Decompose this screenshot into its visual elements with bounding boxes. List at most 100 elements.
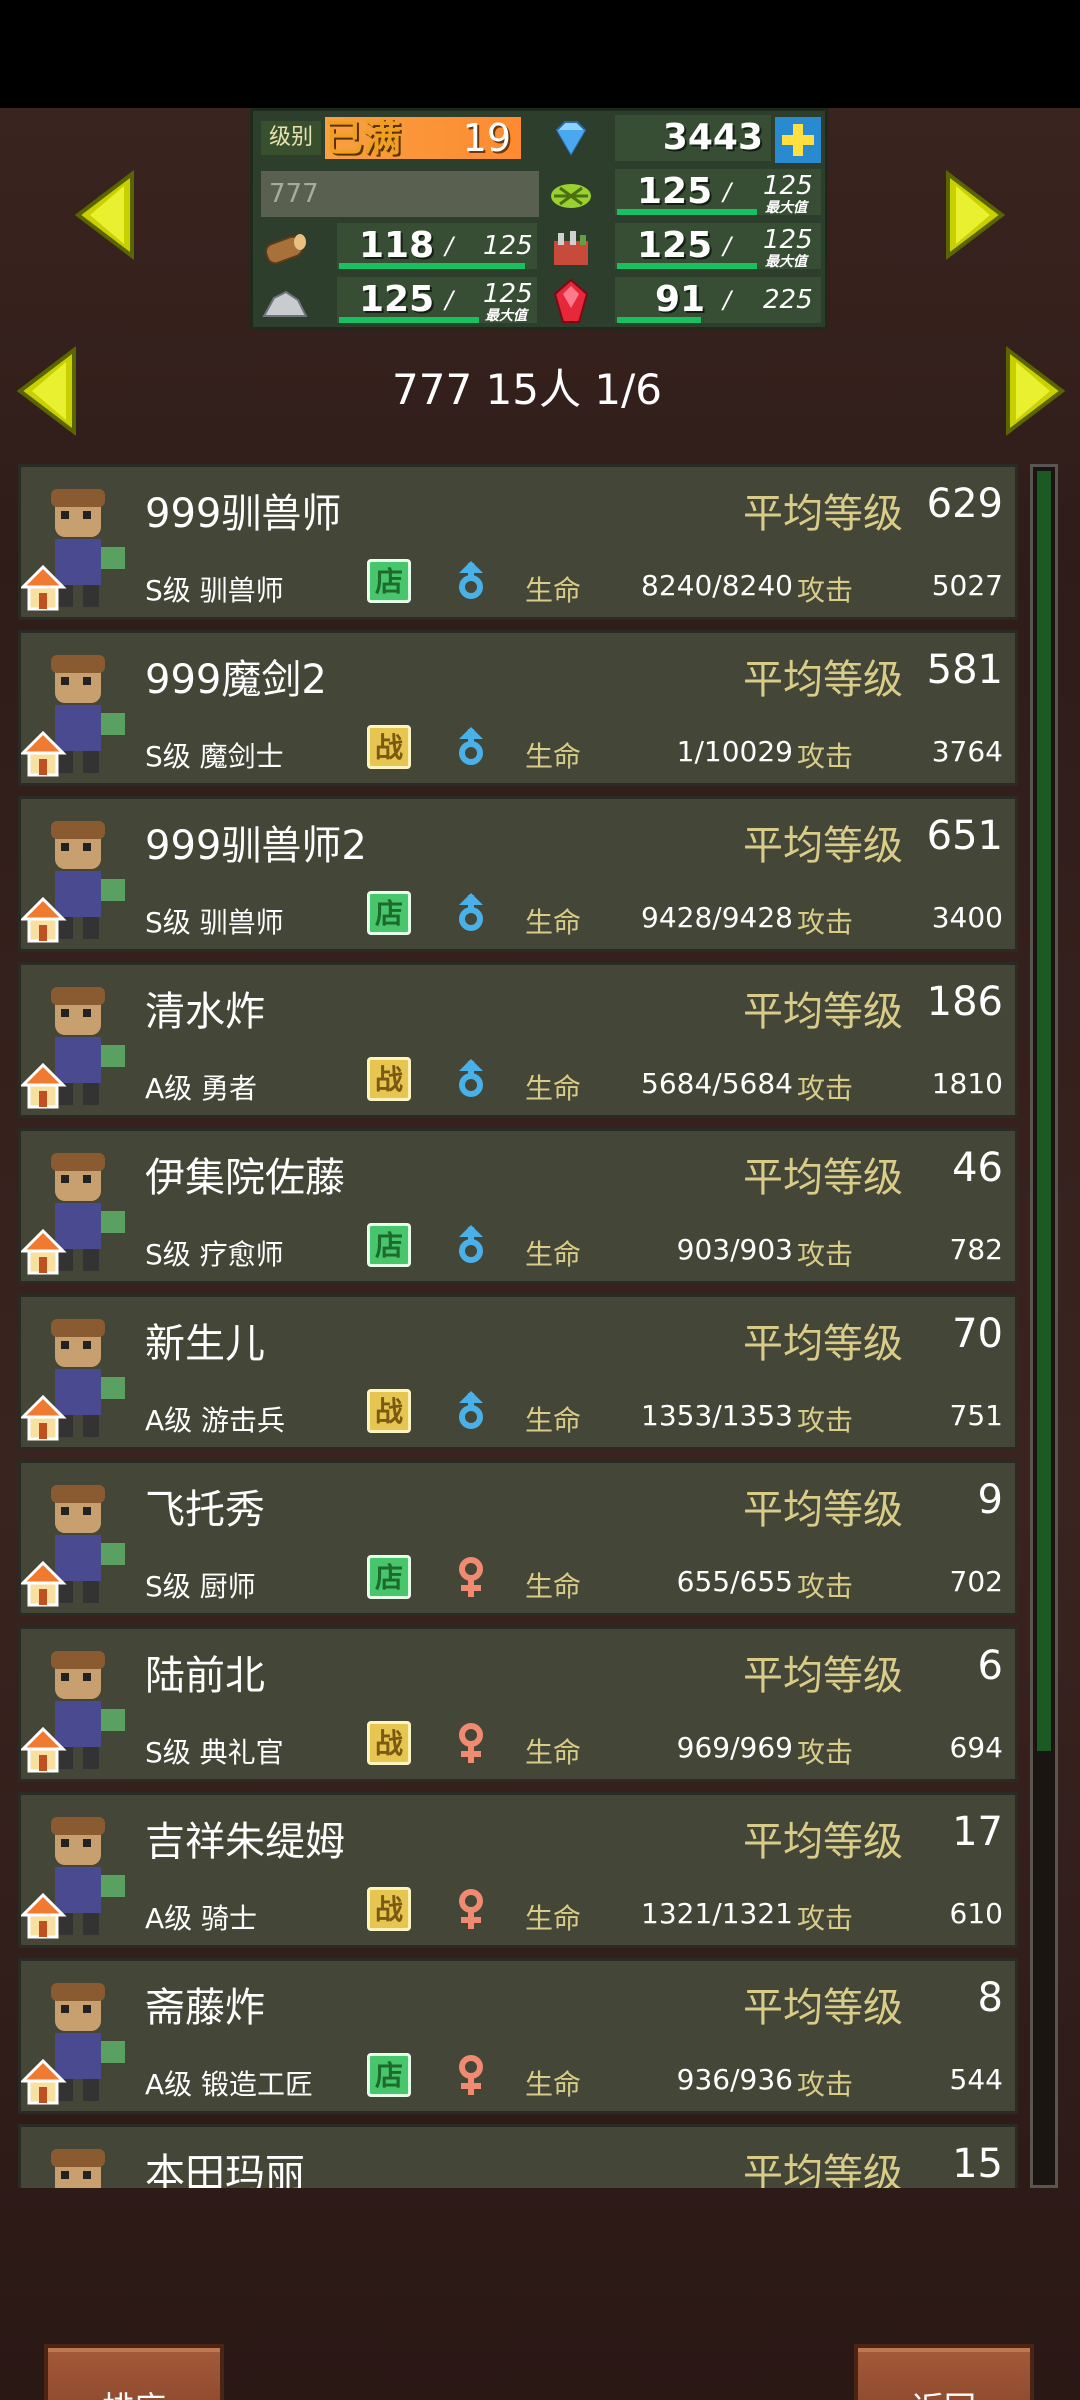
- character-name: 伊集院佐藤: [145, 1155, 345, 1201]
- rank-job: S级 典礼官: [145, 1736, 284, 1769]
- food-bar: [617, 263, 757, 269]
- hp-value: 969/969: [676, 1731, 793, 1764]
- atk-value: 1810: [931, 1067, 1003, 1100]
- character-card[interactable]: 飞托秀 平均等级 9 S级 厨师 店 生命 655/655 攻击 702: [18, 1460, 1018, 1616]
- avg-level-label: 平均等级: [743, 2151, 903, 2188]
- hp-label: 生命: [525, 2068, 582, 2101]
- character-card[interactable]: 伊集院佐藤 平均等级 46 S级 疗愈师 店 生命 903/903 攻击 782: [18, 1128, 1018, 1284]
- hp-value: 655/655: [676, 1565, 793, 1598]
- battle-badge: 战: [367, 1057, 411, 1101]
- scrollbar-thumb[interactable]: [1037, 471, 1051, 1751]
- avg-level-value: 46: [952, 1145, 1003, 1191]
- character-avatar: [19, 1131, 133, 1281]
- next-arrow-top[interactable]: [946, 169, 1006, 261]
- character-card[interactable]: 吉祥朱缇姆 平均等级 17 A级 骑士 战 生命 1321/1321 攻击 61…: [18, 1792, 1018, 1948]
- rank-job: S级 驯兽师: [145, 906, 284, 939]
- atk-value: 782: [949, 1233, 1003, 1266]
- sort-button[interactable]: 排序: [44, 2344, 224, 2400]
- grass-icon: [543, 169, 599, 219]
- name-field[interactable]: 777: [261, 171, 539, 217]
- rank-job: A级 勇者: [145, 1072, 258, 1105]
- character-name: 飞托秀: [145, 1487, 265, 1533]
- character-avatar: [19, 799, 133, 949]
- avg-level-label: 平均等级: [743, 823, 903, 869]
- add-gems-button[interactable]: [775, 117, 821, 163]
- atk-value: 3764: [931, 735, 1003, 768]
- game-screen: 级别 已满 19 3443 777 125 / 125 最大值 118 / 12…: [0, 108, 1080, 2400]
- atk-label: 攻击: [797, 1238, 854, 1271]
- ruby-bar: [617, 317, 701, 323]
- atk-value: 610: [949, 1897, 1003, 1930]
- avg-level-label: 平均等级: [743, 1487, 903, 1533]
- character-card[interactable]: 陆前北 平均等级 6 S级 典礼官 战 生命 969/969 攻击 694: [18, 1626, 1018, 1782]
- avg-level-label: 平均等级: [743, 1653, 903, 1699]
- character-card[interactable]: 999驯兽师 平均等级 629 S级 驯兽师 店 生命 8240/8240 攻击…: [18, 464, 1018, 620]
- rank-job: A级 锻造工匠: [145, 2068, 314, 2101]
- character-card[interactable]: 本田玛丽 平均等级 15: [18, 2124, 1018, 2188]
- wood-box: 118 / 125: [337, 223, 537, 269]
- avg-level-label: 平均等级: [743, 657, 903, 703]
- atk-value: 702: [949, 1565, 1003, 1598]
- character-name: 新生儿: [145, 1321, 265, 1367]
- ruby-box: 91 / 225: [615, 277, 821, 323]
- shop-badge: 店: [367, 891, 411, 935]
- character-name: 999驯兽师: [145, 491, 342, 537]
- avg-level-value: 6: [977, 1643, 1003, 1689]
- female-icon: [451, 1887, 491, 1931]
- character-card[interactable]: 斋藤炸 平均等级 8 A级 锻造工匠 店 生命 936/936 攻击 544: [18, 1958, 1018, 2114]
- atk-label: 攻击: [797, 1736, 854, 1769]
- battle-badge: 战: [367, 1721, 411, 1765]
- female-icon: [451, 2053, 491, 2097]
- avg-level-value: 17: [952, 1809, 1003, 1855]
- atk-value: 3400: [931, 901, 1003, 934]
- character-card[interactable]: 999魔剑2 平均等级 581 S级 魔剑士 战 生命 1/10029 攻击 3…: [18, 630, 1018, 786]
- stone-bar: [339, 317, 479, 323]
- avg-level-label: 平均等级: [743, 1321, 903, 1367]
- grass-box: 125 / 125 最大值: [615, 169, 821, 216]
- bottom-bar: 排序 返回: [0, 2248, 1080, 2400]
- hp-label: 生命: [525, 1238, 582, 1271]
- male-icon: [451, 725, 491, 769]
- character-avatar: [19, 1961, 133, 2111]
- shop-badge: 店: [367, 1223, 411, 1267]
- ruby-sep: /: [723, 286, 732, 314]
- rank-job: S级 疗愈师: [145, 1238, 284, 1271]
- character-list[interactable]: 999驯兽师 平均等级 629 S级 驯兽师 店 生命 8240/8240 攻击…: [18, 464, 1018, 2188]
- hp-label: 生命: [525, 740, 582, 773]
- stone-box: 125 / 125 最大值: [337, 277, 537, 324]
- back-button[interactable]: 返回: [854, 2344, 1034, 2400]
- character-name: 本田玛丽: [145, 2151, 305, 2188]
- resource-panel: 级别 已满 19 3443 777 125 / 125 最大值 118 / 12…: [250, 108, 828, 330]
- hp-label: 生命: [525, 574, 582, 607]
- hp-value: 1353/1353: [641, 1399, 793, 1432]
- level-row: 级别 已满 19 3443: [253, 111, 825, 165]
- next-page-arrow[interactable]: [1004, 345, 1066, 437]
- character-name: 陆前北: [145, 1653, 265, 1699]
- prev-arrow-top[interactable]: [74, 169, 134, 261]
- character-card[interactable]: 999驯兽师2 平均等级 651 S级 驯兽师 店 生命 9428/9428 攻…: [18, 796, 1018, 952]
- hp-label: 生命: [525, 1736, 582, 1769]
- atk-label: 攻击: [797, 1072, 854, 1105]
- gems-box: 3443: [615, 115, 771, 161]
- gems-value: 3443: [662, 117, 763, 158]
- character-name: 999驯兽师2: [145, 823, 367, 869]
- page-nav: 777 15人 1/6: [0, 340, 1080, 440]
- atk-label: 攻击: [797, 574, 854, 607]
- character-avatar: [19, 1629, 133, 1779]
- character-card[interactable]: 清水炸 平均等级 186 A级 勇者 战 生命 5684/5684 攻击 181…: [18, 962, 1018, 1118]
- male-icon: [451, 559, 491, 603]
- female-icon: [451, 1555, 491, 1599]
- atk-label: 攻击: [797, 1902, 854, 1935]
- avg-level-label: 平均等级: [743, 1985, 903, 2031]
- wood-icon: [257, 223, 313, 273]
- character-name: 清水炸: [145, 989, 265, 1035]
- atk-label: 攻击: [797, 1570, 854, 1603]
- character-card[interactable]: 新生儿 平均等级 70 A级 游击兵 战 生命 1353/1353 攻击 751: [18, 1294, 1018, 1450]
- scrollbar[interactable]: [1030, 464, 1058, 2188]
- avg-level-value: 651: [926, 813, 1003, 859]
- diamond-icon: [543, 113, 599, 163]
- rank-job: A级 游击兵: [145, 1404, 286, 1437]
- avg-level-value: 70: [952, 1311, 1003, 1357]
- male-icon: [451, 1389, 491, 1433]
- avg-level-label: 平均等级: [743, 1155, 903, 1201]
